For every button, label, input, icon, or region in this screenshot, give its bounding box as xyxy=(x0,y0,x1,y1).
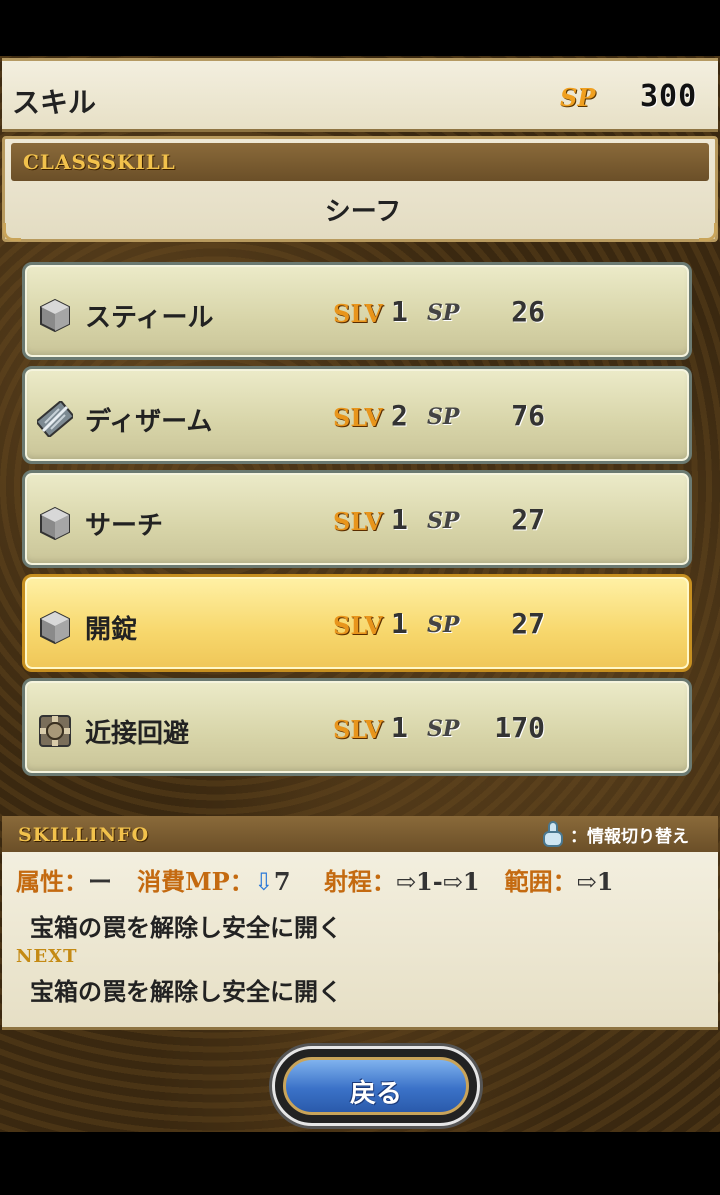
crossed-swords-icon xyxy=(37,401,73,437)
slv-label: SLV xyxy=(333,299,383,328)
slv-label: SLV xyxy=(333,507,383,536)
skill-row-unlock[interactable]: 開錠 SLV 1 SP 27 xyxy=(22,574,692,672)
area-label: 範囲： xyxy=(504,867,577,896)
skill-description: 宝箱の罠を解除し安全に開く xyxy=(30,914,342,942)
tap-hand-icon xyxy=(543,821,563,847)
skill-name: ディザーム xyxy=(85,407,213,437)
sp-cost: 27 xyxy=(511,607,545,640)
mp-cost-label: 消費MP： xyxy=(137,867,254,896)
page-title: スキル xyxy=(12,86,97,119)
class-skill-panel: CLASSSKILL シーフ xyxy=(2,136,718,242)
skill-list: スティール SLV 1 SP 26 ディザーム SLV 2 SP 76 サーチ … xyxy=(22,262,692,782)
mp-cost-value: 7 xyxy=(273,867,291,896)
sp-total-value: 300 xyxy=(640,79,698,114)
back-button-frame: 戻る xyxy=(272,1046,480,1126)
skill-name: サーチ xyxy=(85,511,164,541)
attribute-label: 属性： xyxy=(16,867,88,896)
sp-label: SP xyxy=(427,300,460,326)
right-arrow-icon: ⇨ xyxy=(395,867,417,896)
slv-value: 1 xyxy=(391,295,408,328)
info-toggle-label: ：情報切り替え xyxy=(570,826,689,847)
sp-label: SP xyxy=(560,83,596,112)
down-arrow-icon: ⇩ xyxy=(253,867,274,896)
slv-value: 1 xyxy=(391,607,408,640)
attribute-value: ー xyxy=(88,867,112,896)
skill-name: 近接回避 xyxy=(85,719,190,749)
slv-value: 2 xyxy=(391,399,408,432)
range-label: 射程： xyxy=(323,867,396,896)
skill-info-panel: 属性：ー 消費MP：⇩7 射程：⇨1-⇨1 範囲：⇨1 宝箱の罠を解除し安全に開… xyxy=(2,852,718,1030)
range-value-max: 1 xyxy=(462,867,480,896)
skill-row-disarm[interactable]: ディザーム SLV 2 SP 76 xyxy=(22,366,692,464)
ornament-corner-left xyxy=(3,223,21,241)
sp-cost: 27 xyxy=(511,503,545,536)
skill-row-search[interactable]: サーチ SLV 1 SP 27 xyxy=(22,470,692,568)
next-label: NEXT xyxy=(16,946,78,967)
cube-icon xyxy=(40,298,70,333)
sp-label: SP xyxy=(427,508,460,534)
slv-label: SLV xyxy=(333,403,383,432)
dodge-icon xyxy=(39,715,71,747)
slv-label: SLV xyxy=(333,715,383,744)
next-description: 宝箱の罠を解除し安全に開く xyxy=(30,978,342,1006)
slv-value: 1 xyxy=(391,711,408,744)
sp-label: SP xyxy=(427,404,460,430)
info-toggle-button[interactable]: ：情報切り替え xyxy=(540,820,689,848)
skill-stats: 属性：ー 消費MP：⇩7 射程：⇨1-⇨1 範囲：⇨1 xyxy=(16,862,613,897)
cube-icon xyxy=(40,610,70,645)
cube-icon xyxy=(40,506,70,541)
sp-cost: 26 xyxy=(511,295,545,328)
slv-label: SLV xyxy=(333,611,383,640)
skill-name: スティール xyxy=(85,303,214,333)
sp-label: SP xyxy=(427,612,460,638)
sp-label: SP xyxy=(427,716,460,742)
right-arrow-icon: ⇨ xyxy=(442,867,463,896)
slv-value: 1 xyxy=(391,503,408,536)
class-skill-bar: CLASSSKILL xyxy=(11,143,709,181)
skill-row-steal[interactable]: スティール SLV 1 SP 26 xyxy=(22,262,692,360)
range-value: 1- xyxy=(416,867,443,896)
skill-header: スキル SP 300 xyxy=(2,58,718,132)
right-arrow-icon: ⇨ xyxy=(576,867,597,896)
skill-row-melee-evasion[interactable]: 近接回避 SLV 1 SP 170 xyxy=(22,678,692,776)
back-button-label: 戻る xyxy=(349,1079,402,1109)
sp-cost: 170 xyxy=(494,711,545,744)
class-skill-label: CLASSSKILL xyxy=(23,150,176,174)
sp-cost: 76 xyxy=(511,399,545,432)
skill-name: 開錠 xyxy=(85,615,138,645)
back-button[interactable]: 戻る xyxy=(283,1057,469,1115)
area-value: 1 xyxy=(596,867,614,896)
skill-info-bar: SKILLINFO ：情報切り替え xyxy=(2,816,718,852)
class-name[interactable]: シーフ xyxy=(5,191,720,228)
game-screen: スキル SP 300 CLASSSKILL シーフ スティール SLV 1 SP… xyxy=(0,0,720,1195)
ornament-corner-right xyxy=(699,223,717,241)
skill-info-label: SKILLINFO xyxy=(18,824,150,846)
